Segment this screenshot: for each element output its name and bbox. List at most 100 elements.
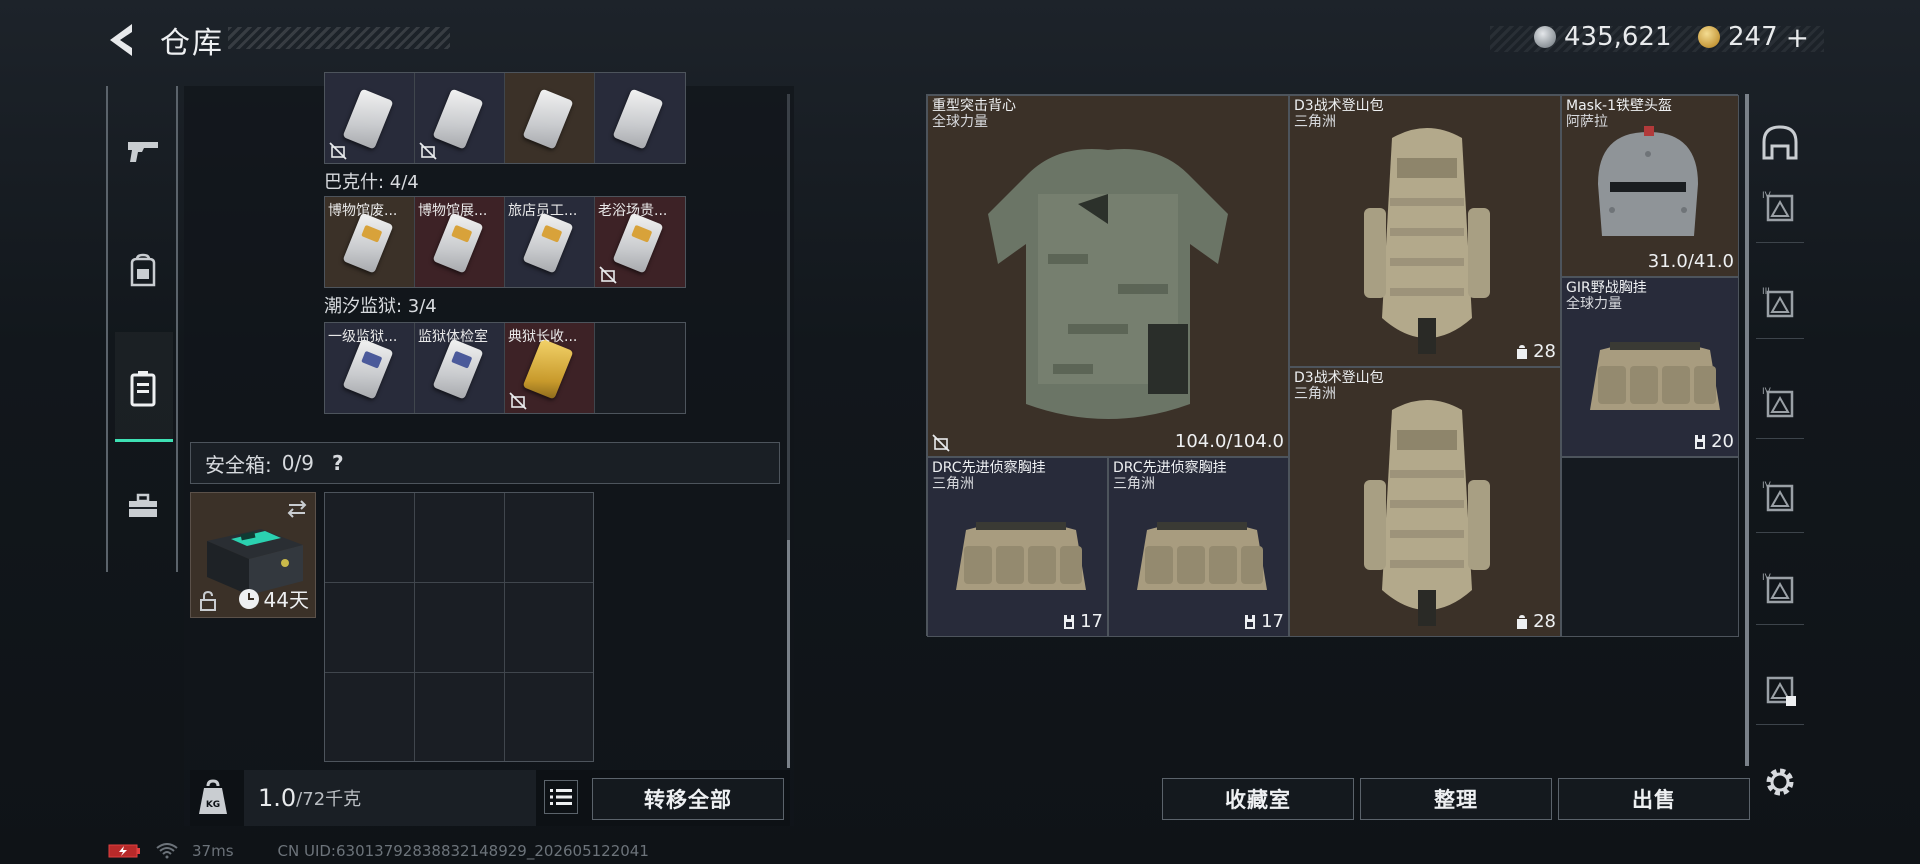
weight-display: 1.0 /72千克 [244, 770, 536, 826]
key-card-icon [432, 338, 484, 400]
stash-item-helmet[interactable]: Mask-1铁壁头盔 阿萨拉 31.0/41.0 [1561, 95, 1739, 277]
svg-text:IV: IV [1762, 573, 1772, 583]
side-divider [1756, 724, 1804, 725]
item-value-text: 31.0/41.0 [1647, 251, 1734, 272]
stash-expand-icon [1766, 676, 1796, 706]
key-card-item[interactable] [595, 73, 685, 163]
key-row-bakhsh: 博物馆废... 博物馆展... 旅店员工... 老浴场贵... [324, 196, 686, 288]
safebox-container-item[interactable]: 44天 [190, 492, 316, 618]
slot-icon: IV [1762, 481, 1794, 512]
item-faction: 三角洲 [1294, 386, 1336, 402]
tab-weapons[interactable] [115, 102, 171, 202]
sort-button[interactable]: 整理 [1360, 778, 1552, 820]
stash-scrollbar[interactable] [1745, 94, 1749, 766]
sell-button[interactable]: 出售 [1558, 778, 1750, 820]
svg-text:KG: KG [206, 800, 220, 810]
collection-room-button[interactable]: 收藏室 [1162, 778, 1354, 820]
key-card-item[interactable] [325, 73, 415, 163]
stash-item-rig[interactable]: GIR野战胸挂 全球力量 20 [1561, 277, 1739, 457]
item-faction: 三角洲 [932, 476, 974, 492]
lock-icon [200, 591, 216, 611]
side-backpack-slot-button[interactable]: IV [1756, 382, 1804, 426]
stash-grid: 重型突击背心 全球力量 104.0/104.0 D3战术登山包 三角洲 28 Mask-1铁… [926, 94, 1739, 637]
tab-tools[interactable] [115, 456, 171, 556]
item-name: DRC先进侦察胸挂 [1113, 460, 1227, 476]
key-card-icon [522, 338, 574, 400]
list-icon [550, 789, 572, 805]
key-card-label: 博物馆展... [418, 203, 488, 219]
section-label-bakhsh: 巴克什: 4/4 [324, 172, 419, 193]
item-value: 28 [1515, 611, 1556, 632]
side-slot-button[interactable]: IV [1756, 476, 1804, 520]
tab-containers[interactable] [115, 338, 171, 438]
safebox-timer: 44天 [238, 584, 309, 613]
key-card-label: 监狱体检室 [418, 329, 488, 345]
key-card-item[interactable]: 监狱体检室 [415, 323, 505, 413]
side-stash-expand-button[interactable] [1756, 668, 1804, 712]
helmet-image [1598, 126, 1698, 236]
side-settings-gear-button[interactable] [1756, 760, 1804, 804]
container-scroll-thumb[interactable] [787, 540, 790, 768]
gold-currency[interactable]: 247 + [1698, 21, 1809, 54]
safebox-grid[interactable] [324, 492, 594, 762]
item-value-text: 28 [1533, 341, 1556, 362]
tab-equipment[interactable] [115, 220, 171, 320]
safebox-header: 安全箱: 0/9 ? [190, 442, 780, 484]
empty-slot[interactable] [1561, 457, 1739, 637]
weight-unit: /72千克 [296, 789, 362, 810]
no-sell-icon [599, 266, 617, 284]
item-name: GIR野战胸挂 [1566, 280, 1647, 296]
side-slot-button[interactable]: IV [1756, 568, 1804, 612]
no-sell-icon [509, 392, 527, 410]
key-card-icon [432, 212, 484, 274]
side-chest-rig-slot-button[interactable]: III [1756, 282, 1804, 326]
key-card-item[interactable] [415, 73, 505, 163]
stash-item-rig[interactable]: DRC先进侦察胸挂 三角洲 17 [1108, 457, 1289, 637]
clock-icon [238, 588, 259, 609]
key-card-item[interactable]: 一级监狱... [325, 323, 415, 413]
list-view-button[interactable] [544, 780, 578, 814]
side-divider [1756, 438, 1804, 439]
swap-icon[interactable] [285, 499, 309, 519]
wifi-icon [156, 843, 178, 859]
side-helmet-slot-button[interactable] [1756, 120, 1804, 164]
battery-charging-icon [108, 844, 140, 858]
silver-amount: 435,621 [1564, 22, 1672, 52]
key-card-label: 博物馆废... [328, 203, 398, 219]
key-card-item[interactable] [505, 73, 595, 163]
back-button[interactable] [104, 20, 140, 60]
stash-item-rig[interactable]: DRC先进侦察胸挂 三角洲 17 [927, 457, 1108, 637]
key-card-item[interactable]: 老浴场贵... [595, 197, 685, 287]
rig-capacity-icon [1695, 434, 1706, 449]
transfer-all-button[interactable]: 转移全部 [592, 778, 784, 820]
key-card-label: 旅店员工... [508, 203, 578, 219]
no-sell-icon [419, 142, 437, 160]
helmet-slot-icon [1762, 125, 1798, 160]
key-card-item[interactable]: 博物馆展... [415, 197, 505, 287]
svg-text:IV: IV [1762, 191, 1772, 201]
empty-slot [595, 323, 685, 413]
slot-icon: IV [1762, 573, 1794, 604]
key-card-item[interactable]: 典狱长收... [505, 323, 595, 413]
rig-capacity-icon [1064, 614, 1075, 629]
safebox-help-button[interactable]: ? [332, 451, 344, 475]
gold-amount: 247 [1728, 22, 1778, 52]
safebox-label: 安全箱: [205, 452, 272, 477]
side-armor-slot-button[interactable]: IV [1756, 186, 1804, 230]
item-faction: 全球力量 [932, 114, 988, 130]
item-value-text: 17 [1261, 611, 1284, 632]
item-value-text: 28 [1533, 611, 1556, 632]
svg-text:IV: IV [1762, 387, 1772, 397]
key-card-icon [612, 88, 664, 150]
gold-add-button[interactable]: + [1786, 21, 1809, 54]
item-name: D3战术登山包 [1294, 370, 1384, 386]
stash-item-vest[interactable]: 重型突击背心 全球力量 104.0/104.0 [927, 95, 1289, 457]
key-card-item[interactable]: 旅店员工... [505, 197, 595, 287]
stash-item-pack[interactable]: D3战术登山包 三角洲 28 [1289, 95, 1561, 367]
status-bar: 37ms CN UID:6301379283883214892​9_202605… [108, 842, 649, 860]
key-card-item[interactable]: 博物馆废... [325, 197, 415, 287]
stash-item-pack[interactable]: D3战术登山包 三角洲 28 [1289, 367, 1561, 637]
armor-slot-icon: IV [1762, 191, 1794, 222]
item-name: DRC先进侦察胸挂 [932, 460, 1046, 476]
gold-coin-icon [1698, 26, 1720, 48]
